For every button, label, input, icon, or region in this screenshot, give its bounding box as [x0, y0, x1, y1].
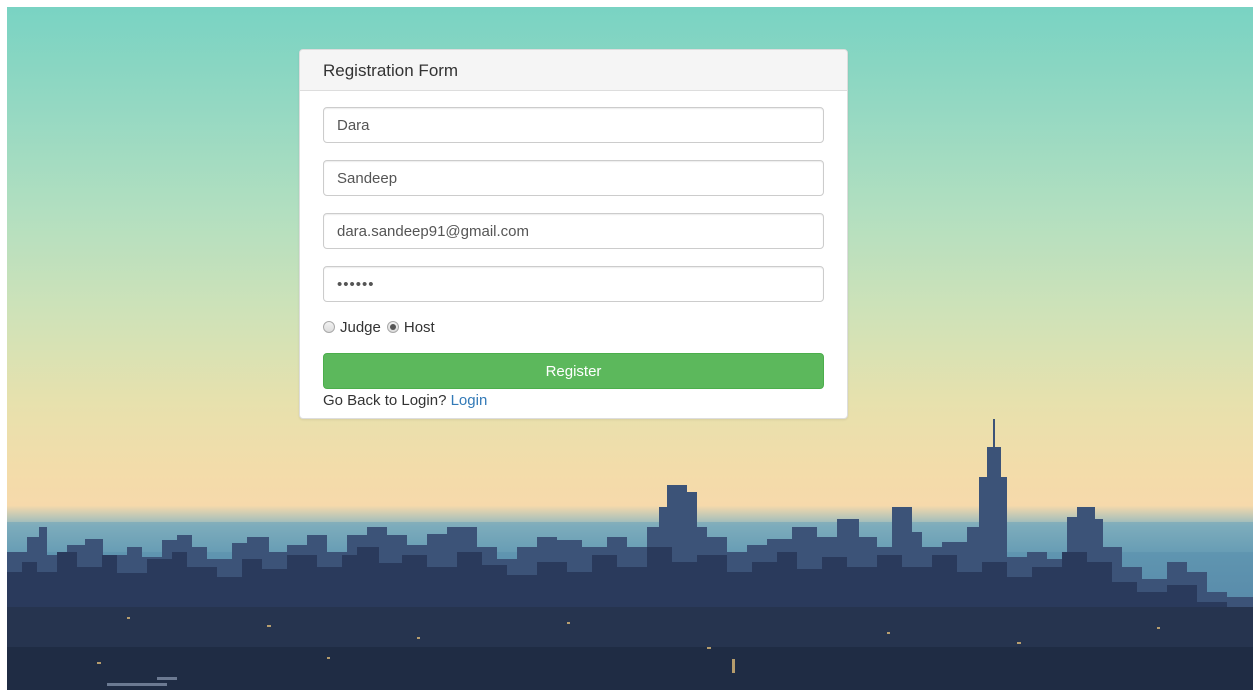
registration-form: Judge Host Register Go Back to Login? Lo… — [300, 91, 847, 410]
host-label: Host — [403, 318, 435, 336]
register-button[interactable]: Register — [323, 353, 824, 389]
back-to-login-row: Go Back to Login? Login — [323, 392, 824, 410]
judge-label: Judge — [340, 318, 381, 336]
registration-panel: Registration Form Judge Host Register Go… — [299, 49, 848, 419]
judge-radio[interactable] — [323, 321, 335, 333]
panel-title: Registration Form — [300, 50, 847, 91]
role-selector: Judge Host — [323, 316, 824, 338]
password-input[interactable] — [323, 266, 824, 302]
email-input[interactable] — [323, 213, 824, 249]
first-name-input[interactable] — [323, 107, 824, 143]
last-name-input[interactable] — [323, 160, 824, 196]
host-radio[interactable] — [386, 321, 399, 333]
back-to-login-prompt: Go Back to Login? — [323, 392, 447, 409]
login-link[interactable]: Login — [451, 392, 488, 409]
